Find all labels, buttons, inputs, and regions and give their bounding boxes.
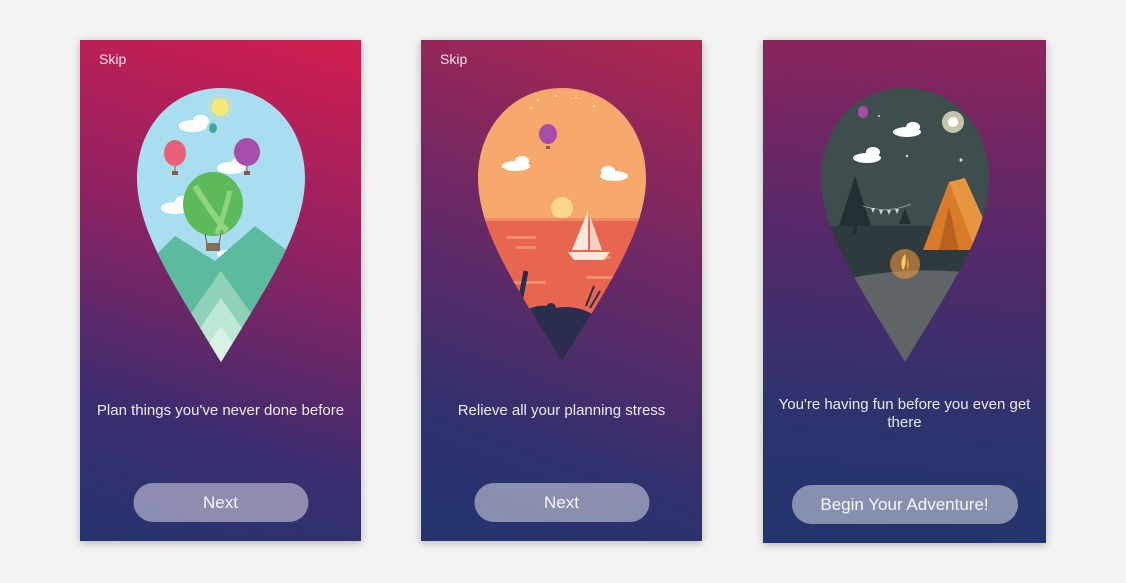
onboarding-screen-3: You're having fun before you even get th… — [763, 40, 1046, 543]
onboarding-screen-1: Skip Plan things you've never done befor… — [80, 40, 361, 541]
onboarding-caption: You're having fun before you even get th… — [778, 396, 1031, 431]
onboarding-screen-2: Skip Relieve all your planning stress Ne… — [421, 40, 702, 541]
sailboat-illustration — [477, 88, 646, 362]
skip-button[interactable]: Skip — [99, 51, 126, 67]
onboarding-caption: Relieve all your planning stress — [457, 402, 666, 419]
onboarding-caption: Plan things you've never done before — [96, 402, 345, 419]
begin-adventure-button[interactable]: Begin Your Adventure! — [791, 485, 1018, 524]
next-button[interactable]: Next — [133, 483, 308, 522]
balloon-illustration — [136, 88, 305, 362]
next-button[interactable]: Next — [474, 483, 649, 522]
camping-illustration — [820, 88, 989, 362]
skip-button[interactable]: Skip — [440, 51, 467, 67]
